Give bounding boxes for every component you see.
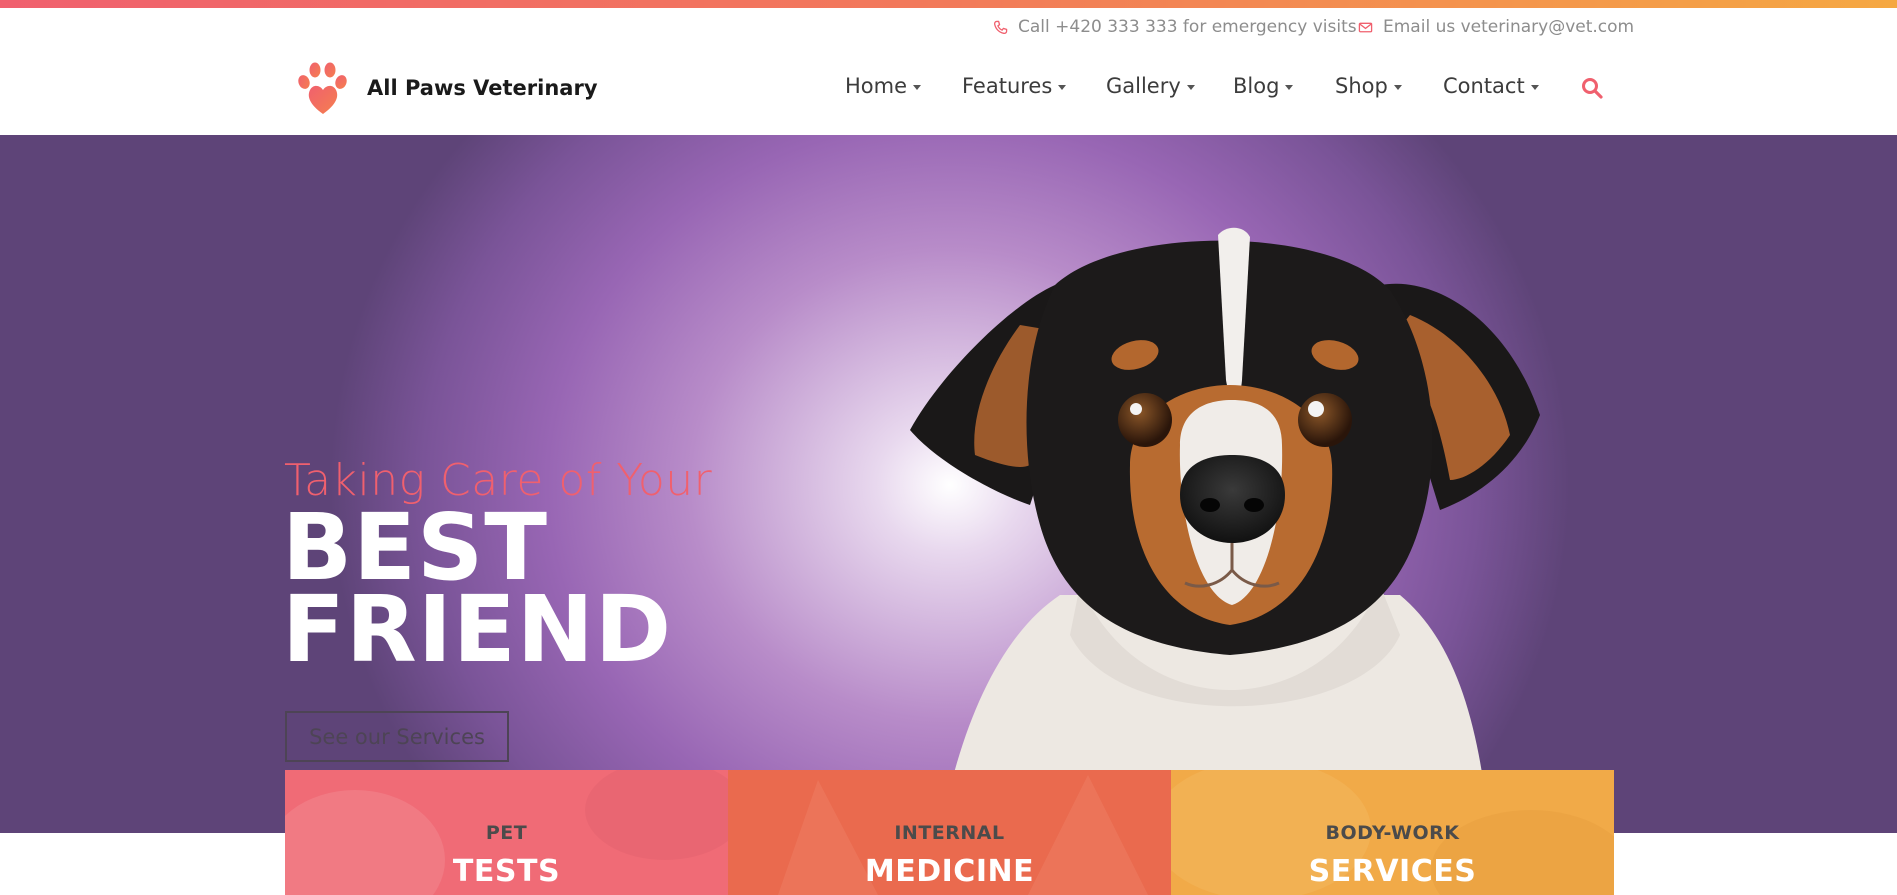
- caret-down-icon: [1285, 84, 1294, 90]
- phone-icon: [993, 20, 1008, 34]
- service-card-pet-tests[interactable]: PET TESTS: [285, 770, 728, 895]
- nav-item-shop[interactable]: Shop: [1335, 74, 1402, 98]
- phone-text: Call +420 333 333 for emergency visits: [1018, 17, 1357, 37]
- see-services-button[interactable]: See our Services: [285, 711, 509, 762]
- nav-label: Blog: [1233, 74, 1280, 98]
- brand-name: All Paws Veterinary: [367, 76, 598, 100]
- hero-banner: Taking Care of Your BEST FRIEND See our …: [0, 135, 1897, 833]
- nav-label: Gallery: [1106, 74, 1181, 98]
- email-contact[interactable]: Email us veterinary@vet.com: [1358, 17, 1634, 37]
- search-icon: [1582, 78, 1603, 99]
- caret-down-icon: [913, 84, 922, 90]
- site-logo[interactable]: All Paws Veterinary: [295, 60, 598, 116]
- nav-label: Features: [962, 74, 1053, 98]
- headline-line-2: FRIEND: [282, 576, 673, 683]
- phone-contact[interactable]: Call +420 333 333 for emergency visits: [993, 17, 1357, 37]
- caret-down-icon: [1058, 84, 1067, 90]
- top-accent-bar: [0, 0, 1897, 8]
- paw-heart-icon: [298, 62, 347, 114]
- card-title: SERVICES: [1308, 854, 1477, 889]
- service-card-internal-medicine[interactable]: INTERNAL MEDICINE: [728, 770, 1171, 895]
- search-button[interactable]: [1580, 76, 1604, 100]
- nav-item-home[interactable]: Home: [845, 74, 922, 98]
- nav-label: Home: [845, 74, 908, 98]
- nav-item-features[interactable]: Features: [962, 74, 1067, 98]
- caret-down-icon: [1530, 84, 1539, 90]
- envelope-icon: [1358, 22, 1373, 32]
- card-kicker: INTERNAL: [894, 822, 1005, 844]
- card-kicker: BODY-WORK: [1325, 822, 1460, 844]
- nav-item-blog[interactable]: Blog: [1233, 74, 1294, 98]
- service-cards: PET TESTS INTERNAL MEDICINE BODY-WORK SE…: [285, 770, 1614, 895]
- nav-label: Contact: [1443, 74, 1525, 98]
- email-text: Email us veterinary@vet.com: [1383, 17, 1635, 37]
- nav-item-contact[interactable]: Contact: [1443, 74, 1539, 98]
- caret-down-icon: [1393, 84, 1402, 90]
- dog-portrait: [910, 227, 1540, 833]
- nav-item-gallery[interactable]: Gallery: [1106, 74, 1195, 98]
- card-title: MEDICINE: [864, 854, 1035, 889]
- service-card-body-work[interactable]: BODY-WORK SERVICES: [1171, 770, 1614, 895]
- nav-label: Shop: [1335, 74, 1388, 98]
- hero-headline: BEST FRIEND: [282, 502, 673, 683]
- top-bar: Call +420 333 333 for emergency visits E…: [0, 8, 1897, 46]
- card-kicker: PET: [485, 822, 528, 844]
- caret-down-icon: [1186, 84, 1195, 90]
- card-title: TESTS: [452, 854, 561, 889]
- site-header: All Paws Veterinary Home Features Galler…: [0, 46, 1897, 135]
